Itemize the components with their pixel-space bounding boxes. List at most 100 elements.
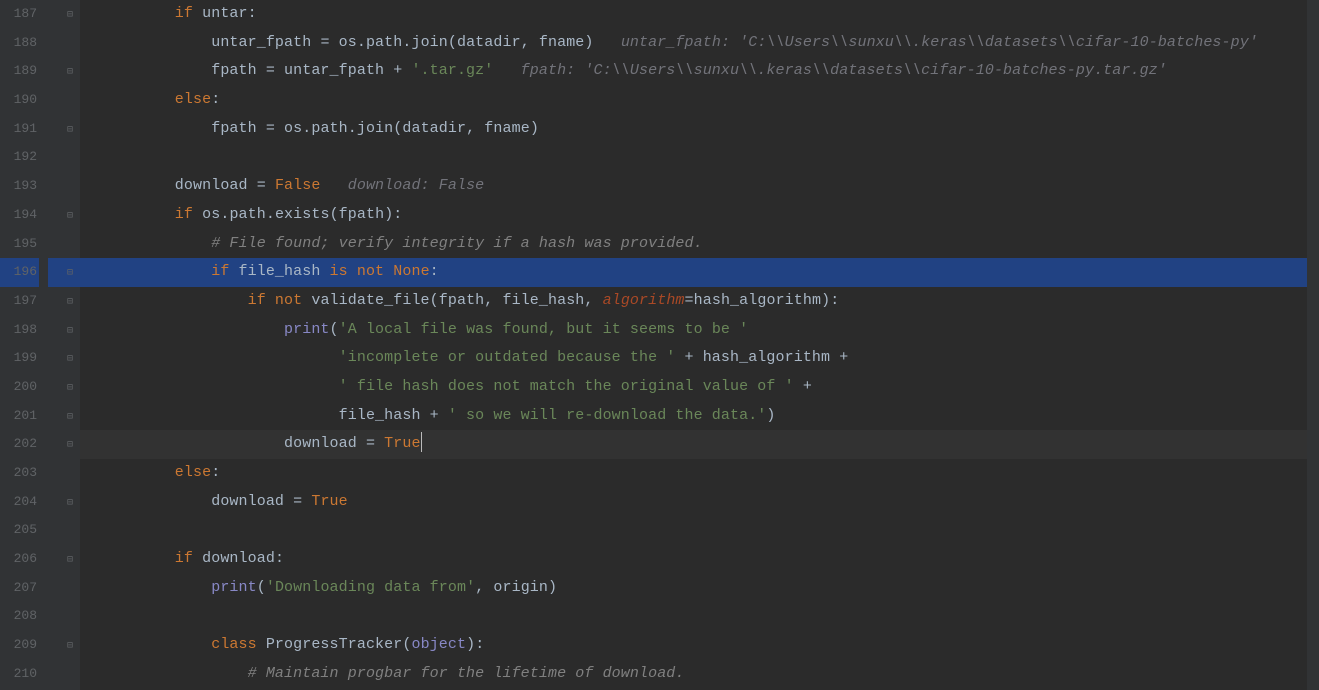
fold-toggle[interactable]: ⊟ xyxy=(60,430,80,459)
fold-minus-icon[interactable]: ⊟ xyxy=(60,490,80,519)
token-name: join xyxy=(357,120,393,137)
fold-minus-icon[interactable]: ⊟ xyxy=(60,404,80,433)
fold-toggle[interactable]: ⊟ xyxy=(60,373,80,402)
line-number[interactable]: 200 xyxy=(0,373,39,402)
code-line[interactable]: # Maintain progbar for the lifetime of d… xyxy=(80,660,1319,689)
token-kw: if xyxy=(102,206,202,223)
fold-minus-icon[interactable]: ⊟ xyxy=(60,318,80,347)
line-number[interactable]: 201 xyxy=(0,402,39,431)
fold-gutter[interactable]: ⊟⊟⊟⊟⊟⊟⊟⊟⊟⊟⊟⊟⊟⊟ xyxy=(60,0,80,690)
marker-cell xyxy=(48,86,60,115)
code-line[interactable]: class ProgressTracker(object): xyxy=(80,631,1319,660)
fold-minus-icon[interactable]: ⊟ xyxy=(60,432,80,461)
code-line[interactable] xyxy=(80,516,1319,545)
token-op: , xyxy=(475,579,493,596)
token-par: ) xyxy=(766,407,775,424)
code-line[interactable]: 'incomplete or outdated because the ' + … xyxy=(80,344,1319,373)
code-line[interactable]: fpath = untar_fpath + '.tar.gz' fpath: '… xyxy=(80,57,1319,86)
code-line[interactable]: if file_hash is not None: xyxy=(80,258,1319,287)
code-line[interactable]: download = True xyxy=(80,488,1319,517)
line-number[interactable]: 196 xyxy=(0,258,39,287)
line-number[interactable]: 190 xyxy=(0,86,39,115)
line-number[interactable]: 189 xyxy=(0,57,39,86)
line-number[interactable]: 205 xyxy=(0,516,39,545)
token-kw: else xyxy=(102,464,211,481)
fold-toggle[interactable]: ⊟ xyxy=(60,488,80,517)
code-line[interactable]: file_hash + ' so we will re-download the… xyxy=(80,402,1319,431)
code-line[interactable]: if download: xyxy=(80,545,1319,574)
line-number[interactable]: 206 xyxy=(0,545,39,574)
code-line[interactable] xyxy=(80,143,1319,172)
line-number[interactable]: 204 xyxy=(0,488,39,517)
line-number[interactable]: 195 xyxy=(0,230,39,259)
code-line[interactable]: else: xyxy=(80,459,1319,488)
fold-toggle[interactable]: ⊟ xyxy=(60,402,80,431)
code-line[interactable]: print('A local file was found, but it se… xyxy=(80,316,1319,345)
fold-toggle[interactable]: ⊟ xyxy=(60,258,80,287)
token-op: : xyxy=(475,636,484,653)
line-number-gutter[interactable]: 1871881891901911921931941951961971981992… xyxy=(0,0,48,690)
line-number[interactable]: 207 xyxy=(0,574,39,603)
fold-minus-icon[interactable]: ⊟ xyxy=(60,346,80,375)
code-line[interactable]: if untar: xyxy=(80,0,1319,29)
line-number[interactable]: 194 xyxy=(0,201,39,230)
line-number[interactable]: 210 xyxy=(0,660,39,689)
marker-cell xyxy=(48,258,60,287)
fold-minus-icon[interactable]: ⊟ xyxy=(60,633,80,662)
code-line[interactable]: download = False download: False xyxy=(80,172,1319,201)
token-bool: True xyxy=(384,435,420,452)
code-line[interactable]: ' file hash does not match the original … xyxy=(80,373,1319,402)
code-area[interactable]: if untar: untar_fpath = os.path.join(dat… xyxy=(80,0,1319,690)
fold-toggle[interactable]: ⊟ xyxy=(60,287,80,316)
fold-minus-icon[interactable]: ⊟ xyxy=(60,2,80,31)
code-line[interactable]: if not validate_file(fpath, file_hash, a… xyxy=(80,287,1319,316)
token-name: os xyxy=(202,206,220,223)
fold-minus-icon[interactable]: ⊟ xyxy=(60,375,80,404)
fold-minus-icon[interactable]: ⊟ xyxy=(60,260,80,289)
line-number[interactable]: 187 xyxy=(0,0,39,29)
code-line[interactable]: download = True xyxy=(80,430,1319,459)
line-number[interactable]: 188 xyxy=(0,29,39,58)
line-number[interactable]: 203 xyxy=(0,459,39,488)
fold-toggle xyxy=(60,574,80,603)
line-number[interactable]: 209 xyxy=(0,631,39,660)
token-op: = xyxy=(685,292,694,309)
line-number[interactable]: 192 xyxy=(0,143,39,172)
code-line[interactable] xyxy=(80,602,1319,631)
fold-toggle[interactable]: ⊟ xyxy=(60,57,80,86)
line-number[interactable]: 208 xyxy=(0,602,39,631)
code-line[interactable]: fpath = os.path.join(datadir, fname) xyxy=(80,115,1319,144)
token-str: ' so we will re-download the data.' xyxy=(448,407,767,424)
token-op: = xyxy=(266,120,284,137)
code-editor[interactable]: 1871881891901911921931941951961971981992… xyxy=(0,0,1319,690)
fold-toggle[interactable]: ⊟ xyxy=(60,316,80,345)
fold-toggle[interactable]: ⊟ xyxy=(60,344,80,373)
fold-toggle[interactable]: ⊟ xyxy=(60,545,80,574)
line-number[interactable]: 199 xyxy=(0,344,39,373)
fold-toggle[interactable]: ⊟ xyxy=(60,115,80,144)
fold-minus-icon[interactable]: ⊟ xyxy=(60,203,80,232)
line-number[interactable]: 197 xyxy=(0,287,39,316)
code-line[interactable]: if os.path.exists(fpath): xyxy=(80,201,1319,230)
token-name: origin xyxy=(493,579,548,596)
fold-toggle[interactable]: ⊟ xyxy=(60,631,80,660)
right-marker-bar[interactable] xyxy=(1307,0,1319,690)
code-line[interactable]: # File found; verify integrity if a hash… xyxy=(80,230,1319,259)
code-line[interactable]: untar_fpath = os.path.join(datadir, fnam… xyxy=(80,29,1319,58)
fold-minus-icon[interactable]: ⊟ xyxy=(60,547,80,576)
fold-toggle xyxy=(60,230,80,259)
line-number[interactable]: 198 xyxy=(0,316,39,345)
marker-cell xyxy=(48,230,60,259)
line-number[interactable]: 193 xyxy=(0,172,39,201)
code-line[interactable]: print('Downloading data from', origin) xyxy=(80,574,1319,603)
fold-minus-icon[interactable]: ⊟ xyxy=(60,117,80,146)
fold-minus-icon[interactable]: ⊟ xyxy=(60,59,80,88)
token-name: os xyxy=(339,34,357,51)
code-line[interactable]: else: xyxy=(80,86,1319,115)
fold-toggle[interactable]: ⊟ xyxy=(60,201,80,230)
token-hint: untar_fpath: 'C:\\Users\\sunxu\\.keras\\… xyxy=(621,34,1258,51)
fold-toggle[interactable]: ⊟ xyxy=(60,0,80,29)
line-number[interactable]: 202 xyxy=(0,430,39,459)
line-number[interactable]: 191 xyxy=(0,115,39,144)
fold-minus-icon[interactable]: ⊟ xyxy=(60,289,80,318)
